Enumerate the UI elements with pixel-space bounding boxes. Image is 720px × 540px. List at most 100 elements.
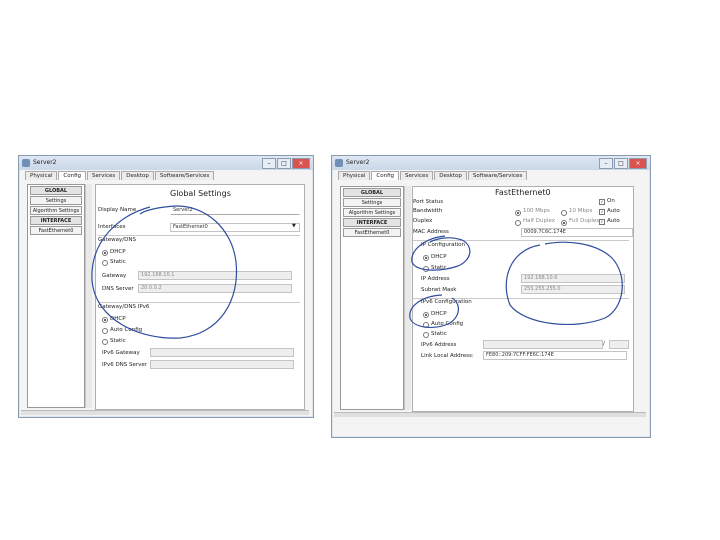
tab-physical[interactable]: Physical [338,171,371,180]
ipv6-static-label: Static [431,331,447,337]
select-arrow-icon[interactable]: ▼ [292,223,296,229]
page-title: FastEthernet0 [495,188,551,197]
ip-address-label: IP Address [421,276,450,282]
ipv6-configuration-heading: IPv6 Configuration [421,299,472,305]
sidebar-item-interface[interactable]: INTERFACE [30,216,82,225]
tab-services[interactable]: Services [87,171,121,180]
sidebar-item-settings[interactable]: Settings [30,196,82,205]
ipv6-dhcp-label: DHCP [110,316,126,322]
mac-address-input[interactable]: 0009.7C6C.174E [521,228,633,237]
dhcp-radio[interactable] [423,255,429,261]
ipv6-prefix-input[interactable] [609,340,629,349]
ipv6-address-input[interactable] [483,340,603,349]
close-icon[interactable]: × [629,158,647,169]
gateway-dns-ipv6-heading: Gateway/DNS IPv6 [98,304,150,310]
ipv6-auto-config-label: Auto Config [110,327,143,333]
ip-address-input[interactable]: 192.168.10.6 [521,274,625,283]
bandwidth-100-radio[interactable] [515,210,521,216]
static-label: Static [110,259,126,265]
bandwidth-100-label: 100 Mbps [523,208,550,214]
tab-services[interactable]: Services [400,171,434,180]
left-window-title: Server2 [33,159,57,166]
sidebar-item-interface[interactable]: INTERFACE [343,218,401,227]
ipv6-static-label: Static [110,338,126,344]
right-titlebar[interactable]: Server2 – □ × [332,156,650,170]
tab-desktop[interactable]: Desktop [434,171,467,180]
ipv6-auto-config-label: Auto Config [431,321,464,327]
page-title: Global Settings [170,189,231,198]
right-window-title: Server2 [346,159,370,166]
port-on-checkbox[interactable]: ✓ [599,199,605,205]
half-duplex-label: Half Duplex [523,218,556,224]
link-local-address-input[interactable]: FE80::209:7CFF:FE6C:174E [483,351,627,360]
tab-desktop[interactable]: Desktop [121,171,154,180]
sidebar-item-fastethernet0[interactable]: FastEthernet0 [30,226,82,235]
sidebar-item-algorithm-settings[interactable]: Algorithm Settings [343,208,401,217]
subnet-mask-input[interactable]: 255.255.255.0 [521,285,625,294]
close-icon[interactable]: × [292,158,310,169]
duplex-auto-checkbox[interactable]: ✓ [599,219,605,225]
right-server-window: Server2 – □ × Physical Config Services D… [331,155,651,438]
maximize-icon[interactable]: □ [614,158,628,169]
right-sidebar-scrollbar[interactable] [404,186,411,410]
ip-configuration-heading: IP Configuration [421,242,465,248]
full-duplex-label: Full Duplex [569,218,600,224]
minimize-icon[interactable]: – [599,158,613,169]
static-radio[interactable] [102,260,108,266]
sidebar-item-settings[interactable]: Settings [343,198,401,207]
display-name-input[interactable]: Server2 [170,206,300,215]
bandwidth-10-label: 10 Mbps [569,208,593,214]
ipv6-prefix-separator: / [603,341,605,347]
divider [413,240,629,241]
tab-software-services[interactable]: Software/Services [467,171,528,180]
ipv6-dhcp-radio[interactable] [102,317,108,323]
ipv6-address-label: IPv6 Address [421,342,457,348]
right-config-panel: FastEthernet0 Port Status ✓ On Bandwidth… [412,186,634,412]
ipv6-auto-config-radio[interactable] [423,322,429,328]
static-radio[interactable] [423,266,429,272]
left-titlebar[interactable]: Server2 – □ × [19,156,313,170]
static-label: Static [431,265,447,271]
dhcp-radio[interactable] [102,250,108,256]
dhcp-label: DHCP [431,254,447,260]
ipv6-static-radio[interactable] [102,339,108,345]
ipv6-dhcp-label: DHCP [431,311,447,317]
ipv6-dns-server-input[interactable] [150,360,294,369]
full-duplex-radio[interactable] [561,220,567,226]
right-status-bar [334,412,646,417]
sidebar-item-algorithm-settings[interactable]: Algorithm Settings [30,206,82,215]
display-name-label: Display Name [98,207,137,213]
divider [98,235,300,236]
port-status-label: Port Status [413,199,444,205]
tab-software-services[interactable]: Software/Services [154,171,215,180]
tab-config[interactable]: Config [371,171,400,180]
ipv6-static-radio[interactable] [423,332,429,338]
sidebar-item-global[interactable]: GLOBAL [343,188,401,197]
dns-server-input[interactable]: 20.0.0.2 [138,284,292,293]
bandwidth-10-radio[interactable] [561,210,567,216]
ipv6-dhcp-radio[interactable] [423,312,429,318]
left-sidebar-scrollbar[interactable] [85,184,92,408]
maximize-icon[interactable]: □ [277,158,291,169]
app-icon [22,159,30,167]
right-sidebar: GLOBAL Settings Algorithm Settings INTER… [340,186,404,410]
divider [98,302,300,303]
interfaces-select[interactable]: FastEthernet0 [170,223,300,232]
bandwidth-auto-checkbox[interactable]: ✓ [599,209,605,215]
tab-physical[interactable]: Physical [25,171,58,180]
sidebar-item-global[interactable]: GLOBAL [30,186,82,195]
ipv6-gateway-input[interactable] [150,348,294,357]
subnet-mask-label: Subnet Mask [421,287,457,293]
gateway-label: Gateway [102,273,127,279]
tab-config[interactable]: Config [58,171,87,180]
mac-address-label: MAC Address [413,229,449,235]
minimize-icon[interactable]: – [262,158,276,169]
left-status-bar [21,410,309,415]
ipv6-gateway-label: IPv6 Gateway [102,350,140,356]
half-duplex-radio[interactable] [515,220,521,226]
ipv6-auto-config-radio[interactable] [102,328,108,334]
sidebar-item-fastethernet0[interactable]: FastEthernet0 [343,228,401,237]
gateway-input[interactable]: 192.168.10.1 [138,271,292,280]
bandwidth-auto-label: Auto [607,208,620,214]
left-sidebar: GLOBAL Settings Algorithm Settings INTER… [27,184,85,408]
